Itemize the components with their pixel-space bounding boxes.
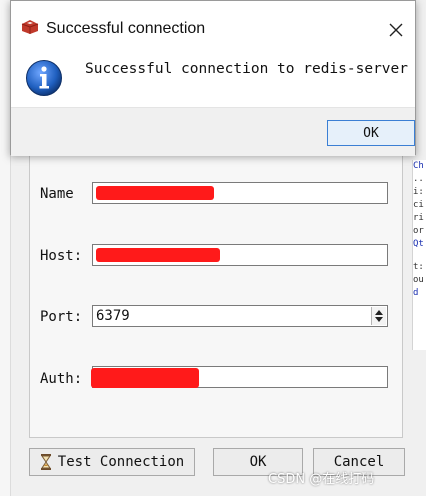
- port-spinbox[interactable]: 6379: [92, 305, 388, 327]
- port-value: 6379: [96, 308, 130, 324]
- fragment-line: Qt: [413, 239, 424, 249]
- host-label: Host:: [40, 248, 83, 264]
- dialog-ok-button[interactable]: OK: [327, 120, 415, 146]
- info-icon: [26, 60, 62, 96]
- watermark-text: CSDN @在线打码: [268, 472, 375, 487]
- dialog-message: Successful connection to redis-server: [85, 61, 409, 77]
- close-button[interactable]: [385, 19, 407, 41]
- auth-input[interactable]: [91, 366, 388, 388]
- fragment-line: ci: [413, 200, 424, 210]
- name-label: Name: [40, 186, 74, 202]
- fragment-line: or: [413, 226, 424, 236]
- dialog-button-bar: OK: [11, 107, 415, 156]
- test-connection-label: Test Connection: [57, 454, 185, 470]
- dialog-ok-label: OK: [363, 125, 379, 141]
- stepper-down-icon[interactable]: [375, 317, 383, 322]
- port-label: Port:: [40, 309, 83, 325]
- port-stepper[interactable]: [371, 307, 386, 325]
- test-connection-button[interactable]: Test Connection: [29, 448, 195, 476]
- name-input[interactable]: [92, 182, 388, 204]
- redis-icon: [21, 20, 39, 34]
- stepper-up-icon[interactable]: [375, 310, 383, 315]
- host-input[interactable]: [92, 244, 388, 266]
- host-redaction: [96, 248, 220, 262]
- fragment-line: ..: [413, 174, 424, 184]
- fragment-line: ou: [413, 275, 424, 285]
- name-redaction: [96, 186, 214, 200]
- dialog-body: Successful connection to redis-server: [11, 41, 415, 107]
- ok-label: OK: [249, 454, 267, 470]
- auth-redaction: [91, 368, 199, 388]
- auth-label: Auth:: [40, 371, 83, 387]
- fragment-line: t:: [413, 262, 424, 272]
- hourglass-icon: [40, 454, 51, 470]
- fragment-line: i:: [413, 187, 424, 197]
- fragment-line: d: [413, 288, 419, 298]
- background-window-fragment: Ch .. i: ci ri or Qt t: ou d: [412, 160, 426, 350]
- dialog-titlebar[interactable]: Successful connection: [11, 1, 415, 37]
- fragment-line: ri: [413, 213, 424, 223]
- close-icon: [389, 23, 403, 37]
- dialog-title: Successful connection: [46, 20, 206, 37]
- success-message-dialog: Successful connection Successful connect…: [10, 0, 416, 156]
- fragment-line: Ch: [413, 161, 424, 171]
